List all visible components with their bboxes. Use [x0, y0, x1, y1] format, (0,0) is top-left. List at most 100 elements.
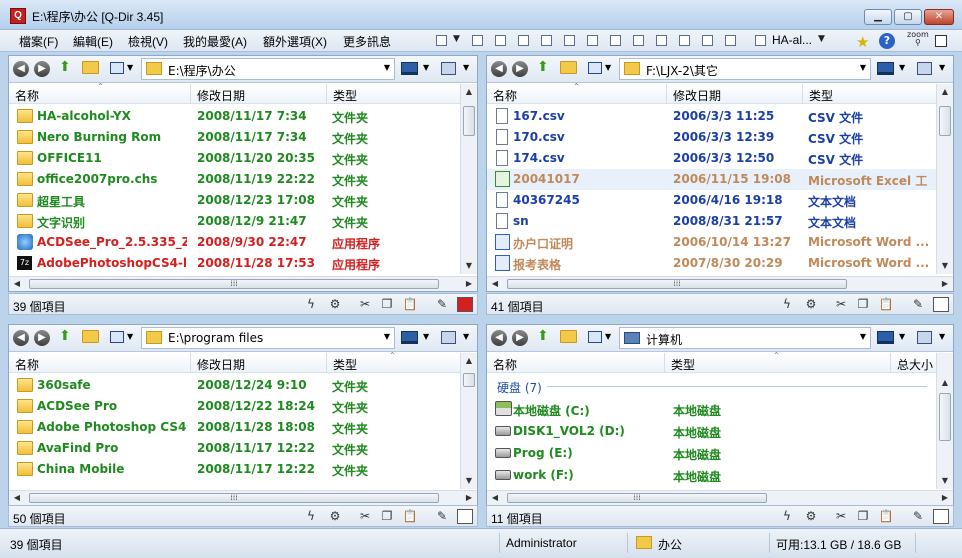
copy-icon[interactable]: ❐ — [379, 297, 395, 312]
file-row[interactable]: 办户口证明 2006/10/14 13:27 Microsoft Word ... — [487, 232, 937, 253]
copy-icon[interactable]: ❐ — [379, 509, 395, 524]
chevron-down-icon[interactable]: ▼ — [818, 34, 825, 44]
delete-icon[interactable] — [933, 509, 949, 524]
chevron-down-icon[interactable]: ▼ — [899, 63, 905, 72]
chevron-down-icon[interactable]: ▼ — [605, 63, 611, 72]
file-row[interactable]: 超星工具 2008/12/23 17:08 文件夹 — [9, 190, 461, 211]
delete-icon[interactable] — [933, 297, 949, 312]
view-mode-icon[interactable] — [110, 62, 124, 74]
scroll-right-icon[interactable]: ▶ — [461, 276, 477, 291]
copy-icon[interactable]: ❐ — [855, 297, 871, 312]
layout-3e-icon[interactable] — [633, 35, 644, 46]
vertical-scrollbar[interactable]: ▲ ▼ — [460, 84, 477, 274]
chevron-down-icon[interactable]: ▼ — [899, 332, 905, 341]
scroll-left-icon[interactable]: ◀ — [487, 276, 503, 291]
forward-icon[interactable]: ▶ — [512, 61, 528, 77]
properties-icon[interactable]: ⚙ — [803, 297, 819, 312]
up-folder-icon[interactable]: ⬆ — [59, 59, 71, 75]
maximize-button[interactable]: ▢ — [894, 9, 922, 25]
column-name[interactable]: 名称 — [9, 353, 191, 373]
monitor-icon[interactable] — [401, 331, 418, 344]
file-row[interactable]: 170.csv 2006/3/3 12:39 CSV 文件 — [487, 127, 937, 148]
chevron-down-icon[interactable]: ▼ — [423, 63, 429, 72]
cut-icon[interactable]: ✂ — [833, 509, 849, 524]
chevron-down-icon[interactable]: ▼ — [127, 63, 133, 72]
scroll-up-icon[interactable]: ▲ — [937, 84, 953, 100]
scroll-right-icon[interactable]: ▶ — [461, 490, 477, 505]
drive-row[interactable]: DISK1_VOL2 (D:) 本地磁盘 — [487, 421, 937, 442]
column-date[interactable]: 修改日期 — [667, 84, 803, 104]
file-row[interactable]: OFFICE11 2008/11/20 20:35 文件夹 — [9, 148, 461, 169]
scroll-right-icon[interactable]: ▶ — [937, 276, 953, 291]
delete-icon[interactable] — [457, 509, 473, 524]
file-row[interactable]: 7z AdobePhotoshopCS4-l... 2008/11/28 17:53… — [9, 253, 461, 274]
menu-favorites[interactable]: 我的最愛(A) — [183, 33, 247, 50]
layout-3f-icon[interactable] — [656, 35, 667, 46]
file-row[interactable]: 40367245 2006/4/16 19:18 文本文档 — [487, 190, 937, 211]
up-folder-icon[interactable]: ⬆ — [537, 328, 549, 344]
column-type[interactable]: 类型 — [327, 84, 462, 104]
help-icon[interactable]: ? — [879, 33, 895, 49]
chevron-down-icon[interactable]: ▼ — [384, 332, 390, 341]
scroll-thumb[interactable]: ⁞⁞⁞ — [29, 493, 439, 503]
new-folder-icon[interactable] — [82, 330, 99, 343]
back-icon[interactable]: ◀ — [13, 61, 29, 77]
file-row[interactable]: sn 2008/8/31 21:57 文本文档 — [487, 211, 937, 232]
layout-1-icon[interactable] — [610, 35, 621, 46]
menu-view[interactable]: 檢視(V) — [128, 33, 168, 50]
column-size[interactable]: 总大小 — [891, 353, 937, 373]
scroll-down-icon[interactable]: ▼ — [461, 258, 477, 274]
layout-3b-icon[interactable] — [541, 35, 552, 46]
chevron-down-icon[interactable]: ▼ — [463, 332, 469, 341]
new-folder-icon[interactable] — [82, 61, 99, 74]
scroll-thumb[interactable] — [939, 393, 951, 441]
scroll-up-icon[interactable]: ▲ — [461, 84, 477, 100]
scroll-thumb[interactable] — [939, 106, 951, 136]
file-row[interactable]: China Mobile 2008/11/17 12:22 文件夹 — [9, 459, 461, 480]
forward-icon[interactable]: ▶ — [512, 330, 528, 346]
scroll-down-icon[interactable]: ▼ — [461, 473, 477, 489]
lightning-icon[interactable]: ϟ — [303, 297, 319, 312]
menu-more-info[interactable]: 更多訊息 — [343, 33, 391, 50]
drive-row[interactable]: Prog (E:) 本地磁盘 — [487, 443, 937, 464]
chevron-down-icon[interactable]: ▼ — [605, 332, 611, 341]
scroll-thumb[interactable] — [463, 106, 475, 136]
scroll-left-icon[interactable]: ◀ — [9, 276, 25, 291]
view-mode-icon[interactable] — [588, 62, 602, 74]
address-bar[interactable]: E:\program files ▼ — [141, 327, 395, 349]
address-bar[interactable]: E:\程序\办公 ▼ — [141, 58, 395, 80]
column-date[interactable]: 修改日期 — [191, 84, 327, 104]
layout-3g-icon[interactable] — [679, 35, 690, 46]
properties-icon[interactable]: ⚙ — [803, 509, 819, 524]
menu-extras[interactable]: 額外選項(X) — [263, 33, 327, 50]
chevron-down-icon[interactable]: ▼ — [384, 63, 390, 72]
back-icon[interactable]: ◀ — [491, 61, 507, 77]
monitor-icon[interactable] — [877, 331, 894, 344]
layout-3a-icon[interactable] — [518, 35, 529, 46]
lightning-icon[interactable]: ϟ — [303, 509, 319, 524]
chevron-down-icon[interactable]: ▼ — [463, 63, 469, 72]
layout-3h-icon[interactable] — [702, 35, 713, 46]
file-row[interactable]: 文字识别 2008/12/9 21:47 文件夹 — [9, 211, 461, 232]
scroll-thumb[interactable]: ⁞⁞⁞ — [29, 279, 439, 289]
file-row[interactable]: HA-alcohol-YX 2008/11/17 7:34 文件夹 — [9, 106, 461, 127]
delete-icon[interactable] — [457, 297, 473, 312]
file-row[interactable]: ACDSee Pro 2008/12/22 18:24 文件夹 — [9, 396, 461, 417]
chevron-down-icon[interactable]: ▼ — [860, 332, 866, 341]
cut-icon[interactable]: ✂ — [833, 297, 849, 312]
vertical-scrollbar[interactable]: ▲ ▼ — [936, 84, 953, 274]
file-row[interactable]: AvaFind Pro 2008/11/17 12:22 文件夹 — [9, 438, 461, 459]
address-bar[interactable]: 计算机 ▼ — [619, 327, 871, 349]
properties-icon[interactable]: ⚙ — [327, 297, 343, 312]
scroll-left-icon[interactable]: ◀ — [487, 490, 503, 505]
monitor-icon[interactable] — [877, 62, 894, 75]
scroll-down-icon[interactable]: ▼ — [937, 473, 953, 489]
lightning-icon[interactable]: ϟ — [779, 509, 795, 524]
paste-icon[interactable]: 📋 — [878, 297, 894, 312]
forward-icon[interactable]: ▶ — [34, 330, 50, 346]
scroll-left-icon[interactable]: ◀ — [9, 490, 25, 505]
paste-icon[interactable]: 📋 — [402, 297, 418, 312]
vertical-scrollbar[interactable]: ▲ ▼ — [936, 353, 953, 489]
scroll-thumb[interactable] — [463, 373, 475, 387]
back-icon[interactable]: ◀ — [13, 330, 29, 346]
